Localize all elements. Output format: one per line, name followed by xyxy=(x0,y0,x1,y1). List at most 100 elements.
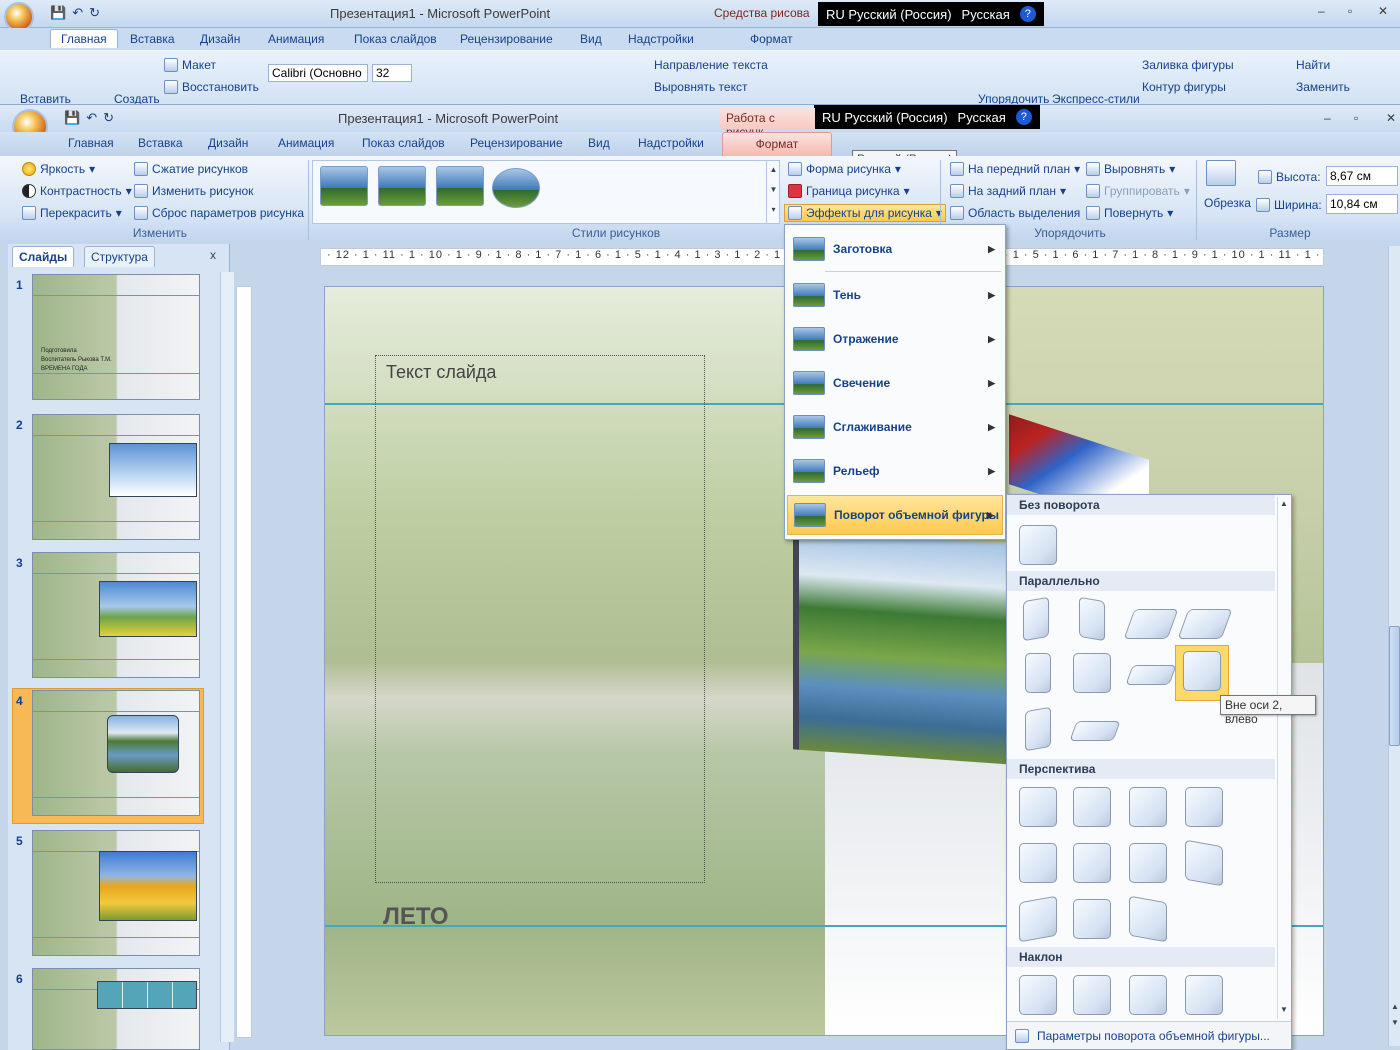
picture-style-2[interactable] xyxy=(378,166,426,206)
menu-item-glow[interactable]: Свечение ▶ xyxy=(787,363,1003,403)
rotation-parallel-option[interactable] xyxy=(1025,706,1051,752)
tab-review[interactable]: Рецензирование xyxy=(470,136,563,150)
tab-home[interactable]: Главная xyxy=(50,29,118,48)
slide-thumbnail-2[interactable] xyxy=(32,414,200,540)
tab-slideshow[interactable]: Показ слайдов xyxy=(362,136,445,150)
keyboard-indicator[interactable]: Русская xyxy=(962,7,1010,22)
picture-border-button[interactable]: Граница рисунка ▾ xyxy=(788,184,910,198)
rotation-parallel-option[interactable] xyxy=(1073,653,1111,693)
reset-picture-button[interactable]: Сброс параметров рисунка xyxy=(134,206,304,220)
tab-format[interactable]: Формат xyxy=(722,132,832,156)
slide-title[interactable]: ЛЕТО xyxy=(383,903,449,931)
rotation-parallel-option[interactable] xyxy=(1023,596,1049,642)
scroll-up-icon[interactable]: ▲ xyxy=(1278,499,1290,509)
slide-thumbnail-1[interactable]: Подготовила Воспитатель Рыкова Т.М. ВРЕМ… xyxy=(32,274,200,400)
minimize-button[interactable]: – xyxy=(1318,4,1325,18)
align-button[interactable]: Выровнять ▾ xyxy=(1086,162,1175,176)
tab-design[interactable]: Дизайн xyxy=(200,32,240,46)
rotation-perspective-option[interactable] xyxy=(1073,843,1111,883)
rotation-oblique-option[interactable] xyxy=(1129,975,1167,1015)
text-direction-button[interactable]: Направление текста xyxy=(654,58,768,72)
slide-scrollbar[interactable]: ▲ ▼ xyxy=(1388,246,1400,1046)
maximize-button[interactable]: ▫ xyxy=(1354,111,1358,125)
rotated-picture[interactable] xyxy=(793,529,1013,765)
rotation-parallel-option[interactable] xyxy=(1079,596,1105,642)
help-icon[interactable]: ? xyxy=(1015,109,1032,125)
rotation-parallel-option[interactable] xyxy=(1069,721,1121,741)
language-indicator[interactable]: RU Русский (Россия) xyxy=(822,110,948,125)
scroll-down-icon[interactable]: ▼ xyxy=(1278,1005,1290,1015)
rotation-perspective-option[interactable] xyxy=(1185,787,1223,827)
tab-format[interactable]: Формат xyxy=(750,32,793,46)
tab-review[interactable]: Рецензирование xyxy=(460,32,553,46)
crop-button[interactable]: Обрезка xyxy=(1204,196,1251,210)
rotation-parallel-option[interactable] xyxy=(1025,653,1051,693)
shape-fill-button[interactable]: Заливка фигуры xyxy=(1142,58,1234,72)
rotation-perspective-option[interactable] xyxy=(1129,843,1167,883)
close-panel-icon[interactable]: x xyxy=(210,248,216,262)
rotation-off-axis-2-left-option[interactable] xyxy=(1183,651,1221,691)
send-to-back-button[interactable]: На задний план ▾ xyxy=(950,184,1066,198)
undo-icon[interactable]: ↶ xyxy=(72,5,83,21)
text-placeholder[interactable]: Текст слайда xyxy=(375,355,705,883)
slide-thumbnail-4[interactable] xyxy=(32,690,200,816)
panel-scrollbar[interactable] xyxy=(220,272,234,1042)
rotation-perspective-option[interactable] xyxy=(1073,899,1111,939)
save-icon[interactable]: 💾 xyxy=(50,5,66,21)
slide-thumbnail-5[interactable] xyxy=(32,830,200,956)
rotation-options-link[interactable]: Параметры поворота объемной фигуры... xyxy=(1007,1021,1291,1049)
rotation-parallel-option[interactable] xyxy=(1123,609,1179,639)
scroll-thumb[interactable] xyxy=(1389,626,1400,746)
width-input[interactable]: 10,84 см xyxy=(1326,194,1398,214)
menu-item-soft-edges[interactable]: Сглаживание ▶ xyxy=(787,407,1003,447)
menu-item-3d-rotation[interactable]: Поворот объемной фигуры ▶ xyxy=(787,495,1003,535)
tab-insert[interactable]: Вставка xyxy=(130,32,175,46)
height-input[interactable]: 8,67 см xyxy=(1326,166,1398,186)
font-family-select[interactable]: Calibri (Основно xyxy=(268,64,368,82)
keyboard-indicator[interactable]: Русская xyxy=(958,110,1006,125)
slide-thumbnail-6[interactable] xyxy=(32,968,200,1050)
save-icon[interactable]: 💾 xyxy=(64,110,80,126)
picture-style-3[interactable] xyxy=(436,166,484,206)
rotation-perspective-option[interactable] xyxy=(1185,839,1223,887)
rotation-perspective-option[interactable] xyxy=(1129,787,1167,827)
scroll-down-icon[interactable]: ▼ xyxy=(1389,1018,1400,1028)
tab-design[interactable]: Дизайн xyxy=(208,136,248,150)
layout-button[interactable]: Макет xyxy=(164,58,216,72)
tab-animation[interactable]: Анимация xyxy=(278,136,334,150)
scroll-up-icon[interactable]: ▲ xyxy=(1389,1002,1400,1012)
tab-animation[interactable]: Анимация xyxy=(268,32,324,46)
rotation-oblique-option[interactable] xyxy=(1019,975,1057,1015)
selection-pane-button[interactable]: Область выделения xyxy=(950,206,1080,220)
minimize-button[interactable]: – xyxy=(1324,111,1331,125)
rotate-button[interactable]: Повернуть ▾ xyxy=(1086,206,1173,220)
undo-icon[interactable]: ↶ xyxy=(86,110,97,126)
menu-item-bevel[interactable]: Рельеф ▶ xyxy=(787,451,1003,491)
maximize-button[interactable]: ▫ xyxy=(1348,4,1352,18)
tab-view[interactable]: Вид xyxy=(588,136,610,150)
help-icon[interactable]: ? xyxy=(1019,6,1036,22)
rotation-perspective-option[interactable] xyxy=(1019,843,1057,883)
restore-button[interactable]: Восстановить xyxy=(164,80,259,94)
picture-style-4[interactable] xyxy=(492,168,540,208)
close-button[interactable]: ✕ xyxy=(1378,4,1388,18)
picture-style-1[interactable] xyxy=(320,166,368,206)
tab-slides[interactable]: Слайды xyxy=(12,246,75,267)
slide-thumbnail-3[interactable] xyxy=(32,552,200,678)
tab-insert[interactable]: Вставка xyxy=(138,136,183,150)
rotation-perspective-option[interactable] xyxy=(1129,895,1167,943)
slide-text[interactable]: Текст слайда xyxy=(386,362,496,383)
redo-icon[interactable]: ↻ xyxy=(103,110,114,126)
redo-icon[interactable]: ↻ xyxy=(89,5,100,21)
language-indicator[interactable]: RU Русский (Россия) xyxy=(826,7,952,22)
tab-home[interactable]: Главная xyxy=(68,136,114,150)
tab-view[interactable]: Вид xyxy=(580,32,602,46)
tab-outline[interactable]: Структура xyxy=(84,246,155,267)
gallery-scroll[interactable]: ▲ ▼ ▾ xyxy=(766,160,780,224)
replace-button[interactable]: Заменить xyxy=(1296,80,1350,94)
close-button[interactable]: ✕ xyxy=(1386,111,1396,125)
menu-item-reflection[interactable]: Отражение ▶ xyxy=(787,319,1003,359)
contrast-button[interactable]: Контрастность ▾ xyxy=(22,184,132,198)
rotation-oblique-option[interactable] xyxy=(1073,975,1111,1015)
find-button[interactable]: Найти xyxy=(1296,58,1330,72)
